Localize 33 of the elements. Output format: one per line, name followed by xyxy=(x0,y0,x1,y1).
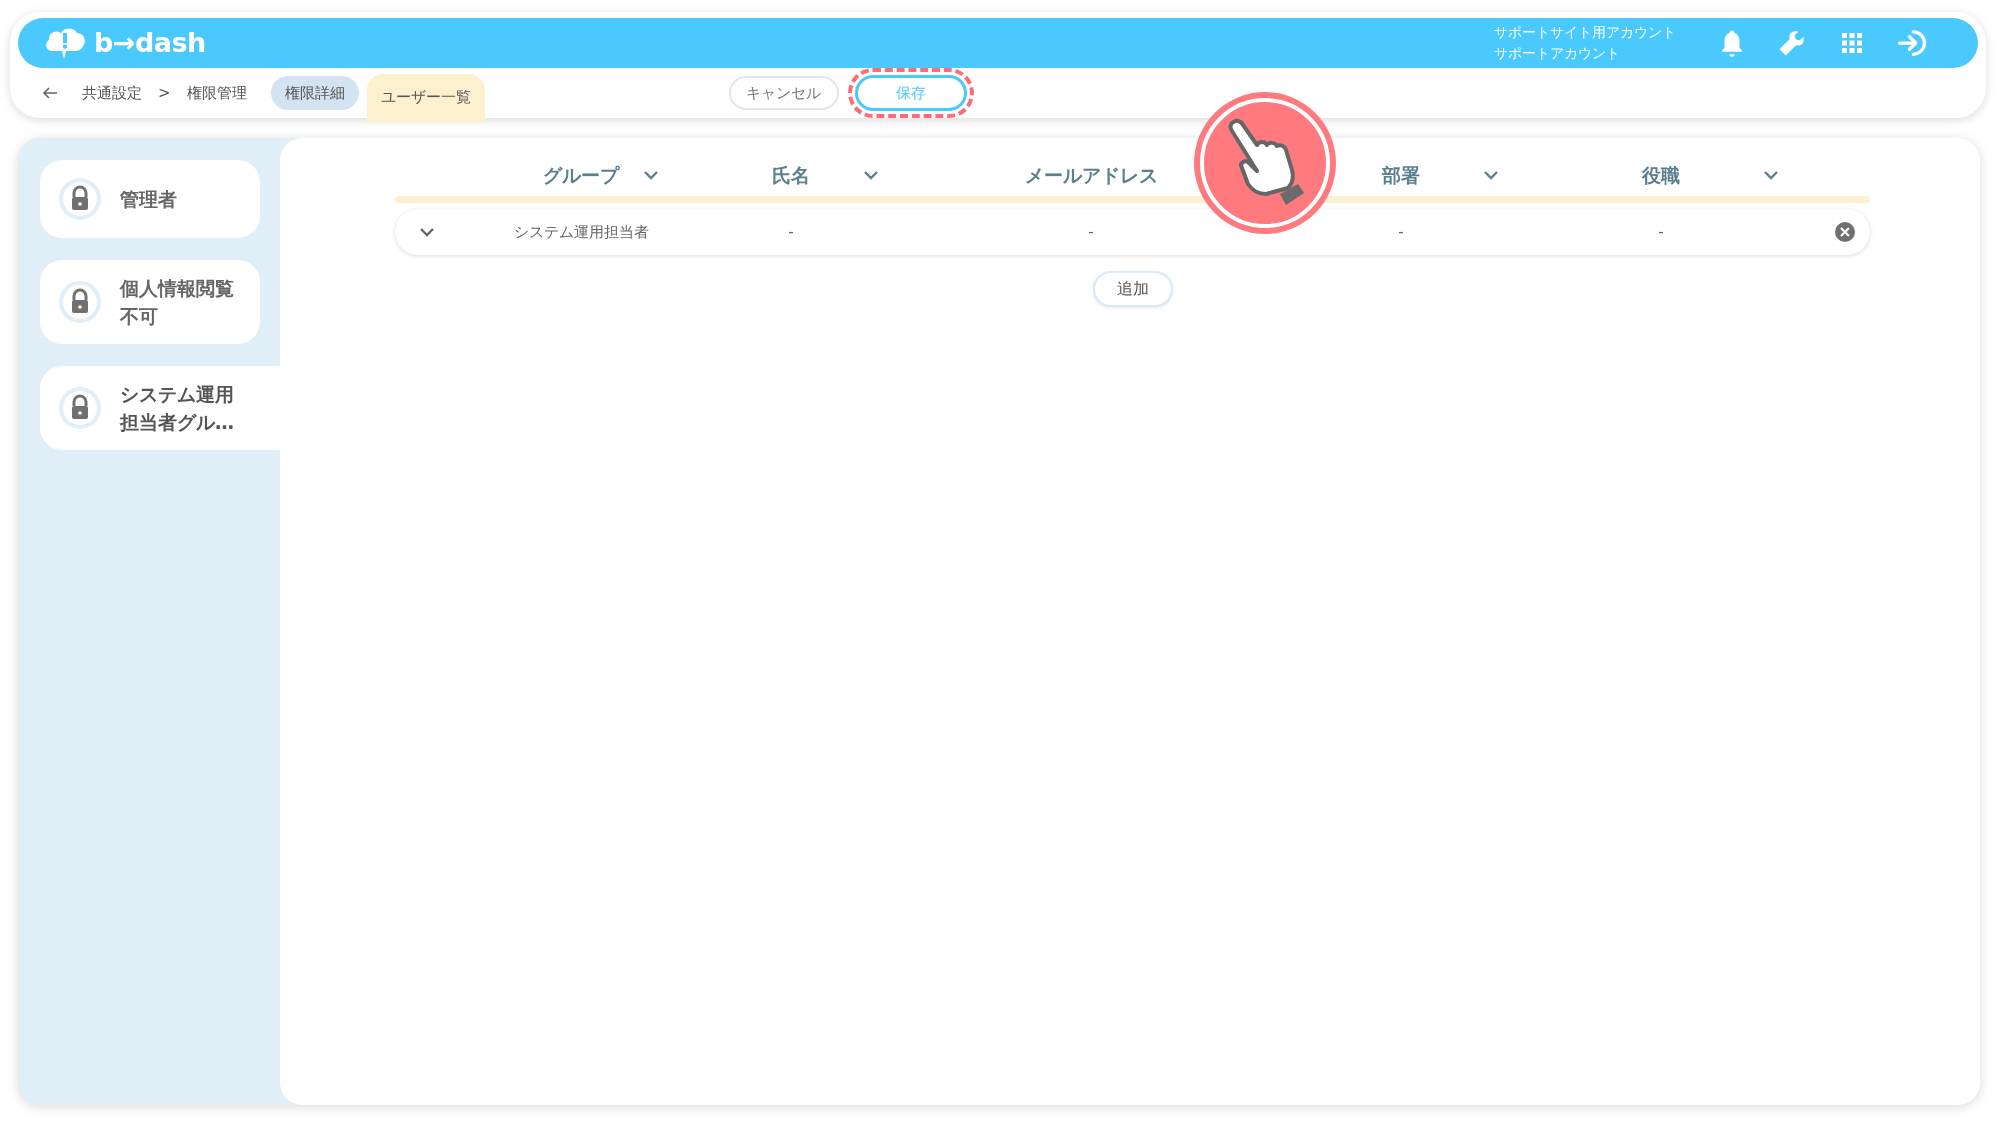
column-header: 役職 xyxy=(1642,162,1680,188)
chevron-down-icon[interactable] xyxy=(1763,170,1779,180)
column-header: 氏名 xyxy=(772,162,810,188)
table-cell: システム運用担当者 xyxy=(513,222,649,241)
chevron-down-icon[interactable] xyxy=(643,170,659,180)
tab[interactable]: ユーザー一覧 xyxy=(366,73,485,123)
sidebar-item[interactable]: 管理者 xyxy=(40,160,260,238)
chevron-down-icon[interactable] xyxy=(1483,170,1499,180)
column-header: 部署 xyxy=(1382,162,1420,188)
account-name: サポートアカウント xyxy=(1494,44,1621,63)
chevron-down-icon[interactable] xyxy=(419,227,435,237)
table-cell: - xyxy=(1658,222,1664,241)
cancel-button[interactable]: キャンセル xyxy=(728,75,839,111)
back-arrow-icon[interactable] xyxy=(42,86,58,100)
column-header: メールアドレス xyxy=(1024,162,1158,188)
sidebar-item[interactable]: 個人情報閲覧不可 xyxy=(40,260,260,344)
account-name: サポートサイト用アカウント xyxy=(1494,23,1676,42)
table-cell: - xyxy=(788,222,794,241)
breadcrumb-separator: > xyxy=(158,82,171,104)
sidebar-item[interactable]: システム運用担当者グル… xyxy=(40,366,280,450)
logo-text: b→dash xyxy=(94,25,206,60)
lock-icon xyxy=(58,280,102,324)
add-button[interactable]: 追加 xyxy=(1092,271,1173,307)
tab[interactable]: 権限詳細 xyxy=(270,75,359,111)
lock-icon xyxy=(58,386,102,430)
chevron-down-icon[interactable] xyxy=(863,170,879,180)
lock-icon xyxy=(58,177,102,221)
table-cell: - xyxy=(1398,222,1404,241)
table-cell: - xyxy=(1088,222,1094,241)
breadcrumb-item[interactable]: 権限管理 xyxy=(186,81,247,105)
column-header: グループ xyxy=(543,162,619,188)
remove-icon[interactable] xyxy=(1834,221,1856,243)
breadcrumb-item[interactable]: 共通設定 xyxy=(82,81,142,105)
